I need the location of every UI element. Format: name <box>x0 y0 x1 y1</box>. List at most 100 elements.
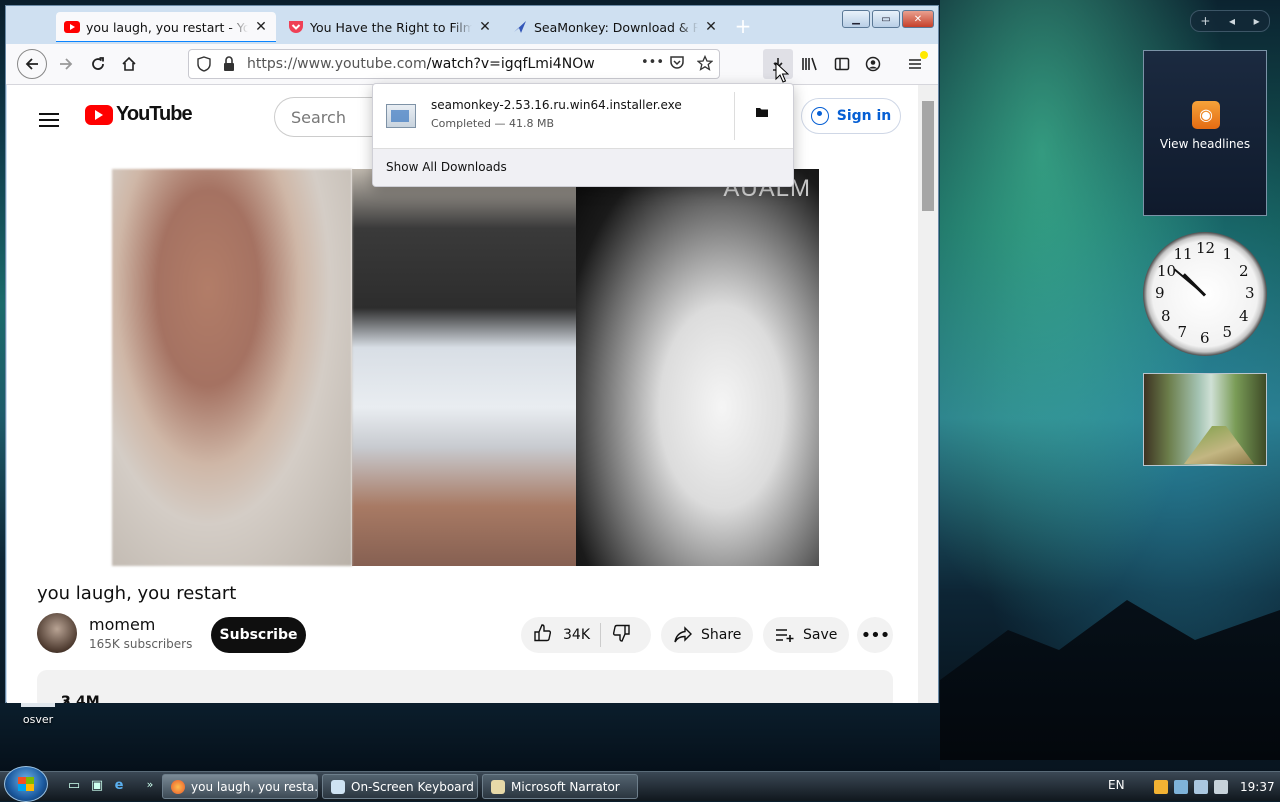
clock-number: 3 <box>1245 284 1255 302</box>
clock-time[interactable]: 19:37 <box>1240 780 1275 794</box>
network-icon[interactable] <box>1174 779 1188 794</box>
shield-icon[interactable] <box>197 56 211 76</box>
subscribe-button[interactable]: Subscribe <box>211 617 306 653</box>
desktop-icon-osver[interactable]: osver <box>20 701 56 726</box>
windows-logo-icon <box>18 777 34 791</box>
task-label: On-Screen Keyboard <box>351 779 474 794</box>
video-player[interactable]: AUALM <box>112 169 819 566</box>
sign-in-button[interactable]: Sign in <box>801 98 901 134</box>
close-tab-icon[interactable]: ✕ <box>704 19 718 35</box>
clock-number: 8 <box>1161 306 1171 325</box>
page-scrollbar[interactable] <box>918 85 938 703</box>
task-label: Microsoft Narrator <box>511 779 620 794</box>
switch-windows-icon[interactable]: ▣ <box>89 778 105 794</box>
clock-number: 1 <box>1222 245 1233 264</box>
downloads-panel: seamonkey-2.53.16.ru.win64.installer.exe… <box>372 83 794 187</box>
minimize-button[interactable]: ▁ <box>842 10 870 28</box>
channel-name[interactable]: momem <box>89 615 155 634</box>
start-button[interactable] <box>4 766 48 802</box>
subscriber-count: 165K subscribers <box>89 637 193 651</box>
more-actions-button[interactable]: ••• <box>857 617 893 653</box>
add-gadget-icon[interactable]: + <box>1200 14 1210 28</box>
guide-menu-icon[interactable] <box>39 109 59 131</box>
like-divider <box>600 623 601 647</box>
page-actions-icon[interactable]: ••• <box>641 55 664 70</box>
like-count[interactable]: 34K <box>563 627 590 643</box>
clock-gadget[interactable]: 12 1 2 3 4 5 6 7 8 9 10 11 <box>1143 232 1267 356</box>
arrow-left-icon <box>25 58 38 70</box>
keyboard-icon <box>331 779 345 794</box>
slideshow-gadget[interactable] <box>1143 373 1267 466</box>
lock-icon[interactable] <box>223 56 235 76</box>
url-text[interactable]: https://www.youtube.com/watch?v=igqfLmi4… <box>247 56 595 72</box>
close-window-button[interactable]: ✕ <box>902 10 934 28</box>
home-button[interactable] <box>114 49 144 79</box>
close-tab-icon[interactable]: ✕ <box>254 19 268 35</box>
download-file-name[interactable]: seamonkey-2.53.16.ru.win64.installer.exe <box>431 98 682 112</box>
feed-label[interactable]: View headlines <box>1144 137 1266 151</box>
clock-minute-hand <box>1173 268 1206 296</box>
save-button[interactable]: Save <box>763 617 849 653</box>
task-narrator[interactable]: Microsoft Narrator <box>482 774 638 799</box>
channel-avatar[interactable] <box>37 613 77 653</box>
clock-number: 5 <box>1222 322 1233 341</box>
video-frame-right: AUALM <box>576 169 819 566</box>
security-shield-icon[interactable] <box>1154 779 1168 794</box>
volume-muted-icon[interactable] <box>1214 779 1228 794</box>
scrollbar-thumb[interactable] <box>922 101 934 211</box>
display-icon[interactable] <box>1194 779 1208 794</box>
task-firefox[interactable]: you laugh, you resta... <box>162 774 318 799</box>
clock-number: 10 <box>1157 261 1177 280</box>
pocket-save-icon[interactable] <box>669 55 685 75</box>
new-tab-button[interactable]: + <box>732 16 754 38</box>
update-badge-icon <box>920 51 928 59</box>
description-box[interactable]: 3.4M views 2 months ago <box>37 670 893 703</box>
internet-explorer-icon[interactable]: e <box>111 778 127 794</box>
clock-number: 11 <box>1173 245 1193 264</box>
feed-headlines-gadget[interactable]: ◉ View headlines <box>1143 50 1267 216</box>
navigation-toolbar: https://www.youtube.com/watch?v=igqfLmi4… <box>6 44 938 85</box>
thumbs-down-icon[interactable] <box>611 623 631 647</box>
clock-number: 4 <box>1238 306 1249 325</box>
maximize-button[interactable]: ▭ <box>872 10 900 28</box>
library-button[interactable] <box>795 49 825 79</box>
tab-label: You Have the Right to Film Police <box>310 19 472 35</box>
rss-icon: ◉ <box>1192 101 1220 129</box>
narrator-icon <box>491 779 505 794</box>
reload-button[interactable] <box>83 49 113 79</box>
sidebar-button[interactable] <box>827 49 857 79</box>
close-tab-icon[interactable]: ✕ <box>478 19 492 35</box>
sign-in-label: Sign in <box>836 108 892 124</box>
tab-seamonkey[interactable]: SeaMonkey: Download & Release ✕ <box>504 12 726 42</box>
thumbs-up-icon[interactable] <box>533 623 553 647</box>
bookmark-star-icon[interactable] <box>696 54 714 75</box>
prev-gadget-icon[interactable]: ◂ <box>1229 14 1235 28</box>
tab-youtube[interactable]: you laugh, you restart - YouTube ✕ <box>56 12 276 42</box>
user-icon <box>810 107 829 125</box>
tab-film-police[interactable]: You Have the Right to Film Police ✕ <box>280 12 500 42</box>
video-frame-left <box>112 169 352 566</box>
show-all-downloads-button[interactable]: Show All Downloads <box>373 148 793 186</box>
youtube-wordmark: YouTube <box>116 103 193 125</box>
clock-number: 7 <box>1177 322 1188 341</box>
open-folder-button[interactable] <box>755 106 769 122</box>
language-indicator[interactable]: EN <box>1108 778 1125 792</box>
quick-launch-more-icon[interactable]: » <box>142 778 158 794</box>
show-desktop-icon[interactable]: ▭ <box>66 778 82 794</box>
app-menu-button[interactable] <box>900 49 930 79</box>
url-bar[interactable]: https://www.youtube.com/watch?v=igqfLmi4… <box>188 49 720 79</box>
youtube-logo[interactable]: YouTube <box>85 103 193 126</box>
back-button[interactable] <box>17 49 47 79</box>
next-gadget-icon[interactable]: ▸ <box>1254 14 1260 28</box>
task-label: you laugh, you resta... <box>191 779 318 794</box>
account-button[interactable] <box>858 49 888 79</box>
search-placeholder: Search <box>291 108 346 127</box>
gadget-controls[interactable]: + ◂ ▸ <box>1190 10 1270 32</box>
forward-button[interactable] <box>51 49 81 79</box>
desktop-icon-label: osver <box>22 713 54 726</box>
window-controls: ▁ ▭ ✕ <box>842 10 934 28</box>
tab-label: you laugh, you restart - YouTube <box>86 19 248 35</box>
share-button[interactable]: Share <box>661 617 753 653</box>
task-on-screen-keyboard[interactable]: On-Screen Keyboard <box>322 774 478 799</box>
clock-number: 6 <box>1200 329 1210 347</box>
